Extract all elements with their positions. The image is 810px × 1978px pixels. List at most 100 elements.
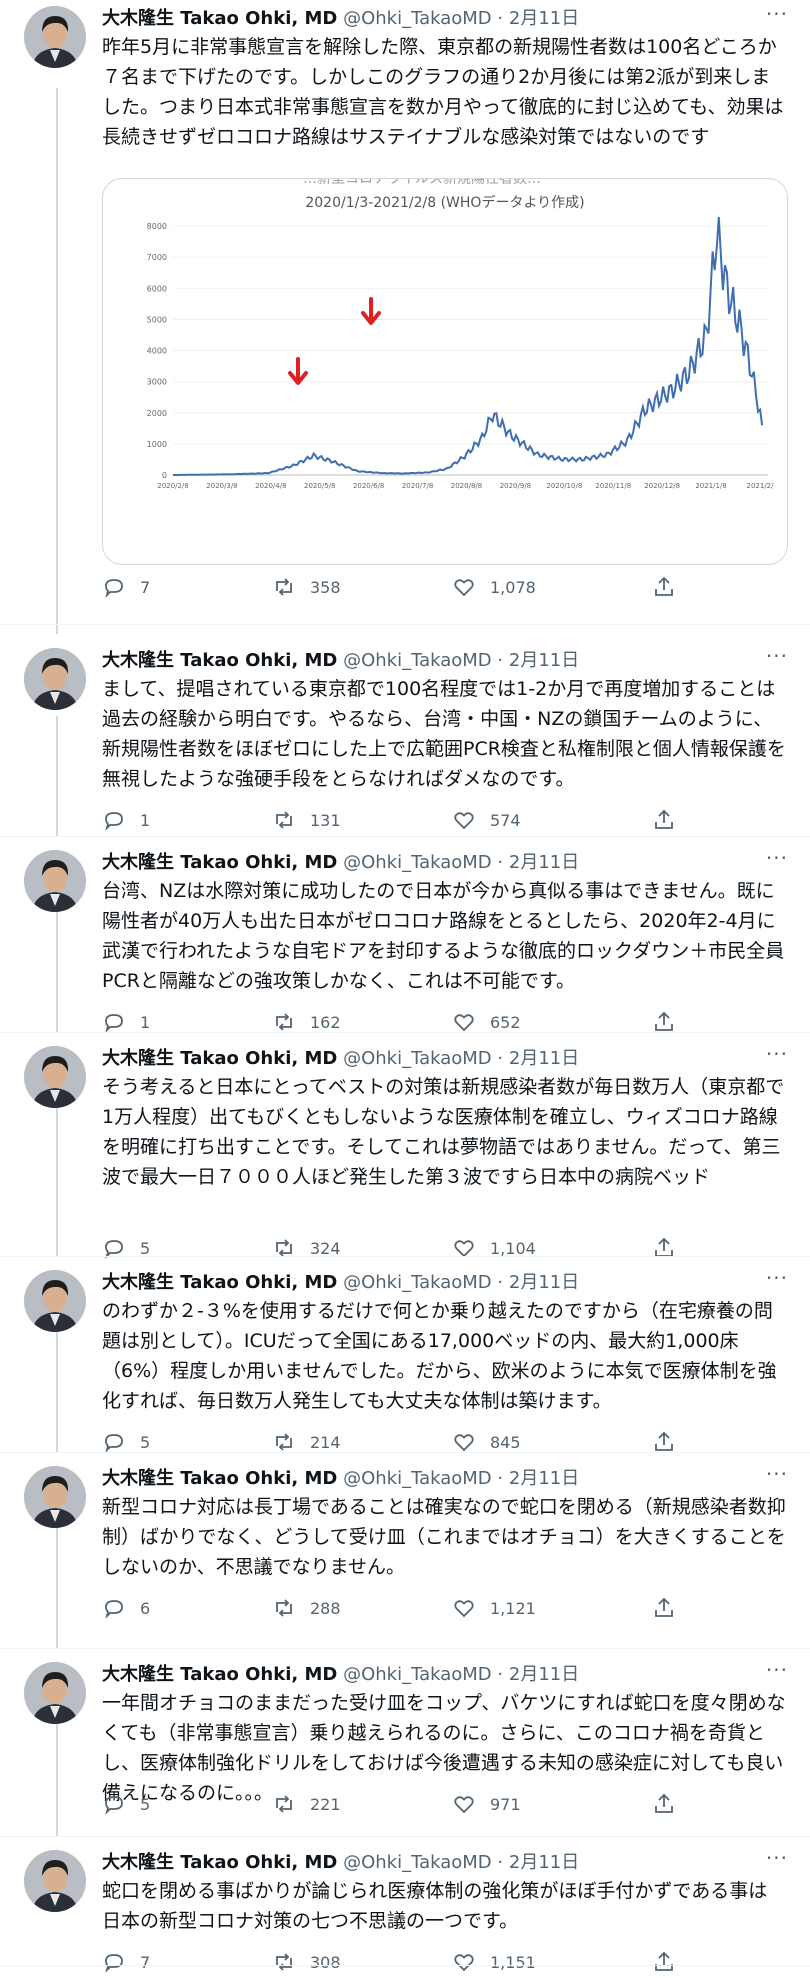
tweet-header: 大木隆生 Takao Ohki, MD @Ohki_TakaoMD · 2月11… <box>102 4 579 30</box>
reply-icon <box>105 1434 123 1453</box>
author-name[interactable]: 大木隆生 Takao Ohki, MD <box>102 1468 337 1489</box>
chart-title-partial: …新型コロナウイルス新規陽性者数… <box>303 179 541 187</box>
tweet-header: 大木隆生 Takao Ohki, MD @Ohki_TakaoMD · 2月11… <box>102 1044 579 1070</box>
tweet-date[interactable]: 2月11日 <box>509 1468 579 1489</box>
author-handle[interactable]: @Ohki_TakaoMD <box>343 650 492 671</box>
share-button[interactable] <box>652 575 690 599</box>
like-count: 1,151 <box>490 1952 536 1972</box>
share-button[interactable] <box>652 1950 690 1974</box>
more-options-icon[interactable]: ··· <box>766 1462 788 1486</box>
tweet-text: 昨年5月に非常事態宣言を解除した際、東京都の新規陽性者数は100名どころか７名ま… <box>102 36 784 148</box>
separator-dot: · <box>497 852 504 873</box>
chart-image[interactable]: …新型コロナウイルス新規陽性者数… 2020/1/3-2021/2/8 (WHO… <box>102 178 788 565</box>
author-name[interactable]: 大木隆生 Takao Ohki, MD <box>102 650 337 671</box>
retweet-icon <box>276 1013 292 1031</box>
tweet-date[interactable]: 2月11日 <box>509 650 579 671</box>
share-button[interactable] <box>652 1596 690 1620</box>
divider <box>0 1965 810 1966</box>
retweet-button[interactable]: 131 <box>272 808 341 832</box>
like-button[interactable]: 845 <box>452 1430 521 1454</box>
avatar[interactable] <box>24 1662 86 1724</box>
reply-button[interactable]: 7 <box>102 1950 150 1974</box>
thread-line <box>56 1106 58 1256</box>
tweet-date[interactable]: 2月11日 <box>509 1664 579 1685</box>
reply-button[interactable]: 5 <box>102 1792 150 1816</box>
more-options-icon[interactable]: ··· <box>766 846 788 870</box>
x-tick-label: 2020/12/8 <box>644 482 680 490</box>
tweet-actions: 5 221 971 <box>102 1792 673 1820</box>
reply-icon <box>105 1954 123 1973</box>
retweet-button[interactable]: 162 <box>272 1010 341 1034</box>
separator-dot: · <box>497 650 504 671</box>
retweet-button[interactable]: 214 <box>272 1430 341 1454</box>
like-button[interactable]: 652 <box>452 1010 521 1034</box>
thread-line <box>56 912 58 1032</box>
avatar[interactable] <box>24 648 86 710</box>
retweet-icon <box>276 1599 292 1617</box>
author-name[interactable]: 大木隆生 Takao Ohki, MD <box>102 8 337 29</box>
reply-count: 1 <box>140 1012 151 1032</box>
tweet-date[interactable]: 2月11日 <box>509 1272 579 1293</box>
retweet-button[interactable]: 288 <box>272 1596 341 1620</box>
author-handle[interactable]: @Ohki_TakaoMD <box>343 1664 492 1685</box>
x-tick-label: 2020/11/8 <box>595 482 631 490</box>
author-name[interactable]: 大木隆生 Takao Ohki, MD <box>102 1048 337 1069</box>
reply-icon <box>105 1014 123 1033</box>
avatar[interactable] <box>24 1046 86 1108</box>
author-handle[interactable]: @Ohki_TakaoMD <box>343 1272 492 1293</box>
reply-button[interactable]: 6 <box>102 1596 150 1620</box>
author-name[interactable]: 大木隆生 Takao Ohki, MD <box>102 1852 337 1873</box>
tweet-date[interactable]: 2月11日 <box>509 8 579 29</box>
author-handle[interactable]: @Ohki_TakaoMD <box>343 1048 492 1069</box>
retweet-icon <box>276 1953 292 1971</box>
tweet-date[interactable]: 2月11日 <box>509 852 579 873</box>
share-button[interactable] <box>652 1010 690 1034</box>
author-name[interactable]: 大木隆生 Takao Ohki, MD <box>102 1664 337 1685</box>
reply-button[interactable]: 7 <box>102 575 150 599</box>
avatar[interactable] <box>24 1270 86 1332</box>
tweet-date[interactable]: 2月11日 <box>509 1048 579 1069</box>
share-button[interactable] <box>652 808 690 832</box>
share-button[interactable] <box>652 1430 690 1454</box>
retweet-button[interactable]: 308 <box>272 1950 341 1974</box>
series-line <box>173 216 764 476</box>
more-options-icon[interactable]: ··· <box>766 644 788 668</box>
tweet-actions: 6 288 1,121 <box>102 1596 673 1624</box>
avatar[interactable] <box>24 6 86 68</box>
like-count: 652 <box>490 1012 521 1032</box>
avatar[interactable] <box>24 850 86 912</box>
author-name[interactable]: 大木隆生 Takao Ohki, MD <box>102 852 337 873</box>
reply-icon <box>105 812 123 831</box>
tweet-actions: 7 358 1,078 <box>102 575 673 603</box>
like-button[interactable]: 1,078 <box>452 575 536 599</box>
share-icon <box>655 1597 673 1617</box>
y-tick-label: 2000 <box>147 409 167 418</box>
reply-button[interactable]: 1 <box>102 808 150 832</box>
author-handle[interactable]: @Ohki_TakaoMD <box>343 8 492 29</box>
more-options-icon[interactable]: ··· <box>766 1658 788 1682</box>
retweet-button[interactable]: 358 <box>272 575 341 599</box>
divider <box>0 1452 810 1453</box>
x-tick-label: 2020/10/8 <box>546 482 582 490</box>
like-button[interactable]: 574 <box>452 808 521 832</box>
author-name[interactable]: 大木隆生 Takao Ohki, MD <box>102 1272 337 1293</box>
like-button[interactable]: 971 <box>452 1792 521 1816</box>
heart-icon <box>454 1796 474 1814</box>
share-button[interactable] <box>652 1792 690 1816</box>
author-handle[interactable]: @Ohki_TakaoMD <box>343 852 492 873</box>
more-options-icon[interactable]: ··· <box>766 1042 788 1066</box>
more-options-icon[interactable]: ··· <box>766 1266 788 1290</box>
author-handle[interactable]: @Ohki_TakaoMD <box>343 1468 492 1489</box>
more-options-icon[interactable]: ··· <box>766 2 788 26</box>
more-options-icon[interactable]: ··· <box>766 1846 788 1870</box>
separator-dot: · <box>497 1664 504 1685</box>
reply-button[interactable]: 1 <box>102 1010 150 1034</box>
retweet-button[interactable]: 221 <box>272 1792 341 1816</box>
tweet-date[interactable]: 2月11日 <box>509 1852 579 1873</box>
like-button[interactable]: 1,151 <box>452 1950 536 1974</box>
like-button[interactable]: 1,121 <box>452 1596 536 1620</box>
reply-button[interactable]: 5 <box>102 1430 150 1454</box>
author-handle[interactable]: @Ohki_TakaoMD <box>343 1852 492 1873</box>
avatar[interactable] <box>24 1850 86 1912</box>
avatar[interactable] <box>24 1466 86 1528</box>
